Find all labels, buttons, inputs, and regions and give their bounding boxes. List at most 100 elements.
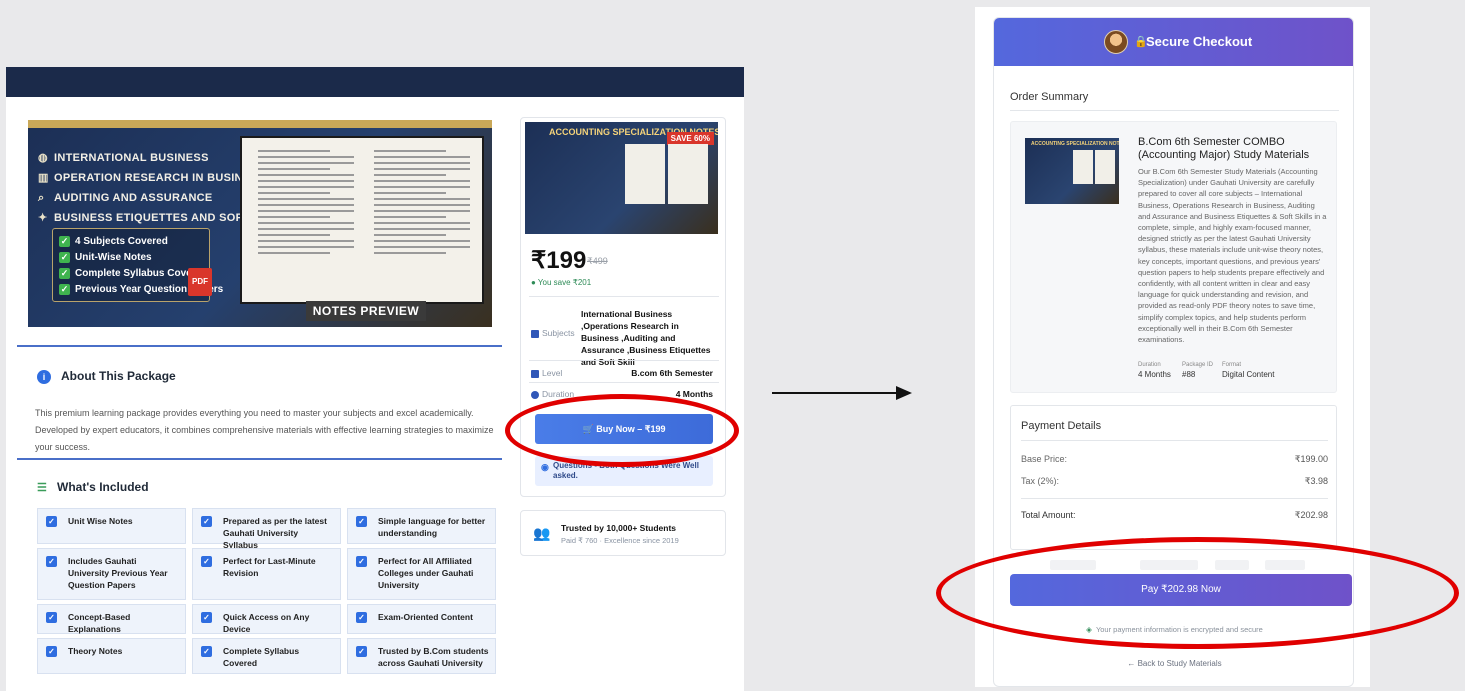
- included-item: ✓ Includes Gauhati University Previous Ye…: [37, 548, 186, 600]
- back-to-materials-link[interactable]: ← Back to Study Materials: [994, 659, 1353, 668]
- notes-preview-pages: [240, 136, 484, 304]
- included-item: ✓ Perfect for Last-Minute Revision: [192, 548, 341, 600]
- divider: [529, 382, 719, 383]
- included-item: ✓ Simple language for better understandin…: [347, 508, 496, 544]
- hero-feature: ✓ Complete Syllabus Covered: [59, 268, 208, 279]
- subjects-label: Subjects: [531, 328, 575, 338]
- check-icon: ✓: [356, 556, 367, 567]
- check-icon: ✓: [46, 646, 57, 657]
- check-icon: ✓: [201, 612, 212, 623]
- pdf-icon: PDF: [188, 268, 212, 296]
- check-icon: ✓: [59, 284, 70, 295]
- globe-icon: ◍: [38, 152, 48, 164]
- level-label: Level: [531, 368, 562, 378]
- shield-icon: ◉: [541, 462, 549, 472]
- thumbnail-page: [668, 144, 708, 204]
- check-icon: ✓: [201, 646, 212, 657]
- about-text: This premium learning package provides e…: [35, 408, 494, 452]
- base-price-value: ₹199.00: [1294, 454, 1328, 464]
- book-icon: [531, 329, 539, 338]
- order-product-description: Our B.Com 6th Semester Study Materials (…: [1138, 167, 1327, 345]
- payment-details-heading: Payment Details: [1021, 420, 1102, 432]
- subjects-value: International Business ,Operations Resea…: [581, 309, 711, 367]
- hero-feature-box: ✓ 4 Subjects Covered ✓ Unit-Wise Notes ✓ Co…: [52, 228, 224, 302]
- included-item: ✓ Theory Notes: [37, 638, 186, 674]
- clock-icon: [531, 390, 539, 399]
- divider: [1021, 498, 1328, 499]
- included-grid: ✓ Unit Wise Notes ✓ Prepared as per the la…: [37, 508, 497, 678]
- chart-icon: ▥: [38, 172, 49, 184]
- original-price: ₹499: [587, 256, 608, 266]
- level-icon: [531, 369, 539, 378]
- included-item: ✓ Exam-Oriented Content: [347, 604, 496, 634]
- base-price-label: Base Price:: [1021, 454, 1068, 464]
- total-value: ₹202.98: [1294, 510, 1328, 520]
- check-icon: ✓: [201, 516, 212, 527]
- thumbnail-title: ACCOUNTING SPECIALIZATION NOTES: [1031, 141, 1119, 147]
- list-icon: ☰: [37, 482, 47, 494]
- tag-icon: ●: [531, 278, 538, 287]
- top-navbar: [6, 67, 744, 97]
- users-icon: 👥: [533, 525, 551, 541]
- order-summary-box: ACCOUNTING SPECIALIZATION NOTES B.Com 6t…: [1010, 121, 1337, 393]
- info-icon: i: [37, 370, 51, 384]
- tax-label: Tax (2%):: [1021, 476, 1060, 486]
- magnifier-icon: ⌕: [38, 192, 45, 204]
- order-product-thumbnail: ACCOUNTING SPECIALIZATION NOTES: [1025, 138, 1119, 204]
- product-page-screenshot: ◍ INTERNATIONAL BUSINESS ▥ OPERATION RESEA…: [6, 0, 744, 691]
- check-icon: ✓: [46, 556, 57, 567]
- thumbnail-page: [1073, 150, 1093, 184]
- preview-page: [368, 146, 476, 296]
- total-row: Total Amount: ₹202.98: [1021, 510, 1328, 520]
- meta-duration: Duration 4 Months: [1138, 362, 1171, 379]
- check-icon: ✓: [356, 646, 367, 657]
- divider: [1010, 110, 1339, 111]
- order-summary-heading: Order Summary: [1010, 91, 1089, 103]
- meta-format: Format Digital Content: [1222, 362, 1275, 379]
- subjects-row: Subjects International Business ,Operati…: [531, 308, 713, 367]
- base-price-row: Base Price: ₹199.00: [1021, 454, 1328, 464]
- tax-row: Tax (2%): ₹3.98: [1021, 476, 1328, 486]
- check-icon: ✓: [356, 516, 367, 527]
- tax-value: ₹3.98: [1304, 476, 1328, 486]
- product-hero-image: ◍ INTERNATIONAL BUSINESS ▥ OPERATION RESEA…: [28, 120, 492, 327]
- check-icon: ✓: [46, 612, 57, 623]
- order-product-title: B.Com 6th Semester COMBO (Accounting Maj…: [1138, 136, 1310, 161]
- included-item: ✓ Concept-Based Explanations: [37, 604, 186, 634]
- avatar: [1104, 30, 1128, 54]
- check-icon: ✓: [59, 252, 70, 263]
- check-icon: ✓: [59, 268, 70, 279]
- transition-arrow: [772, 386, 912, 400]
- thumbnail-page: [625, 144, 665, 204]
- hero-title-band: [28, 120, 492, 128]
- included-item: ✓ Perfect for All Affiliated Colleges und…: [347, 548, 496, 600]
- check-icon: ✓: [356, 612, 367, 623]
- highlight-oval-buy-now: [505, 394, 739, 467]
- divider: [529, 296, 719, 297]
- included-item: ✓ Complete Syllabus Covered: [192, 638, 341, 674]
- divider: [529, 360, 719, 361]
- meta-package-id: Package ID #88: [1182, 362, 1214, 379]
- payment-details-box: Payment Details Base Price: ₹199.00 Tax …: [1010, 405, 1337, 550]
- whats-included-card: ☰ What's Included ✓ Unit Wise Notes ✓ Prepa…: [17, 458, 502, 691]
- checkout-title: Secure Checkout: [1146, 34, 1253, 49]
- preview-page: [252, 146, 360, 296]
- included-item: ✓ Quick Access on Any Device: [192, 604, 341, 634]
- thumbnail-page: [1095, 150, 1115, 184]
- hero-feature: ✓ Previous Year Question Papers: [59, 284, 224, 295]
- duration-value: 4 Months: [675, 389, 713, 399]
- check-icon: ✓: [46, 516, 57, 527]
- trusted-subtitle: Paid ₹ 760 · Excellence since 2019: [561, 536, 679, 545]
- trusted-card: 👥 Trusted by 10,000+ Students Paid ₹ 760…: [520, 510, 726, 556]
- check-icon: ✓: [59, 236, 70, 247]
- notes-preview-label: NOTES PREVIEW: [306, 301, 426, 321]
- highlight-oval-pay-now: [936, 537, 1459, 649]
- hero-feature: ✓ 4 Subjects Covered: [59, 236, 168, 247]
- level-value: B.com 6th Semester: [631, 368, 713, 378]
- included-heading: ☰ What's Included: [37, 480, 149, 494]
- check-icon: ✓: [201, 556, 212, 567]
- about-package-card: i About This Package This premium learnin…: [17, 345, 502, 453]
- total-label: Total Amount:: [1021, 510, 1076, 520]
- hero-feature: ✓ Unit-Wise Notes: [59, 252, 152, 263]
- included-item: ✓ Unit Wise Notes: [37, 508, 186, 544]
